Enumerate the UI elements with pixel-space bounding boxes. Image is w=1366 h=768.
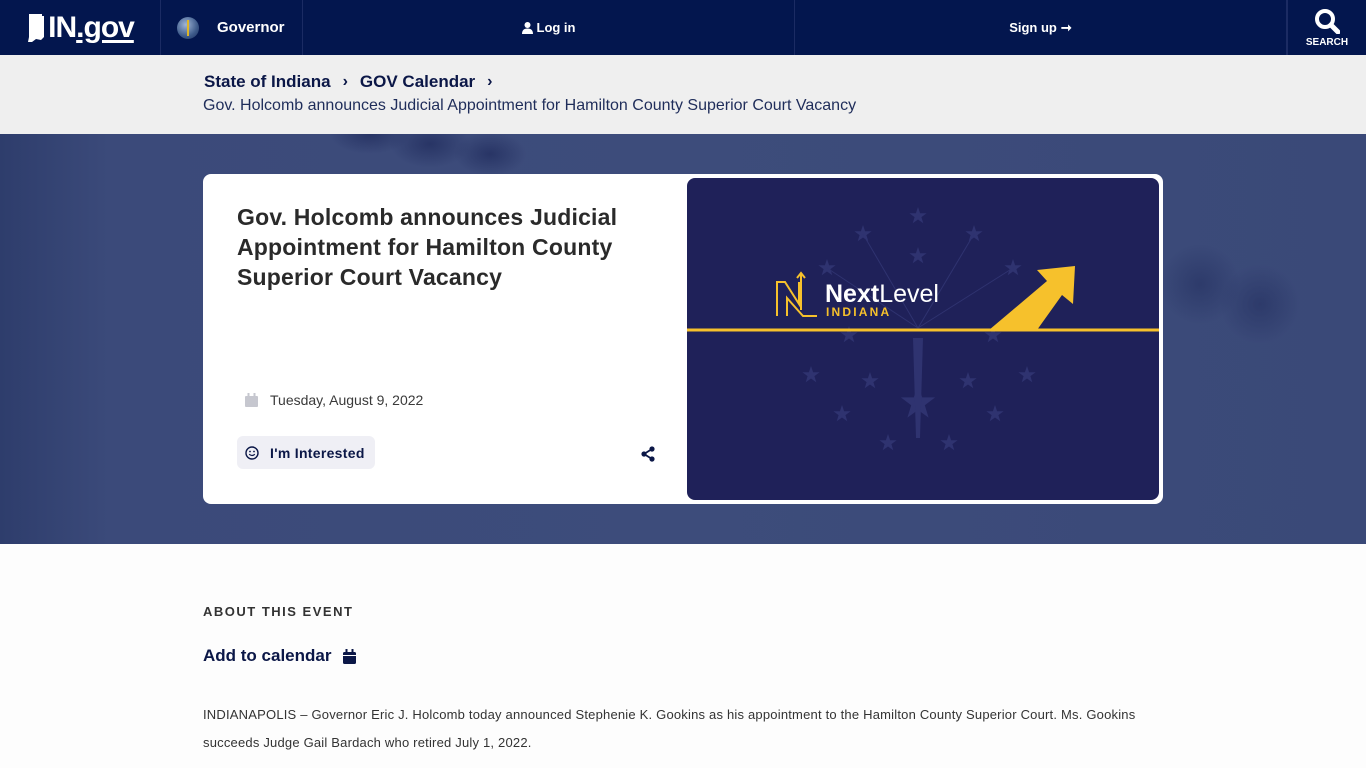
user-icon (521, 21, 533, 34)
brand-next: Next (825, 280, 880, 308)
event-card: Gov. Holcomb announces Judicial Appointm… (203, 174, 1163, 504)
signup-button[interactable]: Sign up ➞ (795, 0, 1287, 55)
search-label: SEARCH (1305, 36, 1349, 48)
signup-label: Sign up (1009, 20, 1057, 35)
agency-link-governor[interactable]: Governor (161, 0, 303, 55)
agency-name: Governor (217, 19, 285, 36)
event-title: Gov. Holcomb announces Judicial Appointm… (237, 204, 618, 290)
breadcrumb-link-state-of-indiana[interactable]: State of Indiana (204, 72, 331, 92)
im-interested-button[interactable]: I'm Interested (237, 436, 375, 469)
ingov-logo-link[interactable]: IN.gov (0, 0, 161, 55)
calendar-icon (343, 648, 357, 664)
search-button[interactable]: SEARCH (1287, 0, 1366, 55)
event-image-nextlevel-indiana: NextLevel INDIANA (687, 178, 1159, 500)
nextlevel-monogram-icon (776, 271, 817, 317)
event-hero: Gov. Holcomb announces Judicial Appointm… (0, 134, 1366, 544)
share-icon[interactable] (640, 446, 656, 462)
add-to-calendar-link[interactable]: Add to calendar (203, 646, 357, 666)
add-to-calendar-label: Add to calendar (203, 646, 332, 665)
login-button[interactable]: Log in (303, 0, 795, 55)
smile-icon (245, 445, 259, 460)
nextlevel-indiana-graphic: NextLevel INDIANA (687, 207, 1159, 451)
im-interested-label: I'm Interested (270, 444, 365, 461)
logo-text-gov: .gov (76, 10, 135, 44)
event-date-row: Tuesday, August 9, 2022 (245, 392, 423, 408)
logo-text-in: IN (48, 10, 77, 44)
state-seal-icon (177, 16, 199, 39)
event-date: Tuesday, August 9, 2022 (270, 392, 424, 408)
brand-state: INDIANA (826, 305, 891, 319)
breadcrumb-current-page: Gov. Holcomb announces Judicial Appointm… (203, 97, 857, 114)
brand-level: Level (879, 280, 939, 308)
arrow-right-icon: ➞ (1060, 19, 1072, 35)
login-label: Log in (536, 20, 576, 35)
breadcrumb-link-gov-calendar[interactable]: GOV Calendar (360, 72, 475, 92)
about-this-event-heading: ABOUT THIS EVENT (203, 604, 354, 619)
search-icon (1315, 8, 1340, 34)
indiana-state-shape-icon (28, 13, 45, 42)
chevron-right-icon: › (342, 73, 348, 90)
top-navigation-bar: IN.gov Governor Log in Sign up ➞ SEARCH (0, 0, 1366, 55)
chevron-right-icon: › (487, 73, 493, 90)
breadcrumb: State of Indiana › GOV Calendar › Gov. H… (0, 55, 1366, 134)
calendar-icon (245, 393, 258, 407)
ingov-logo: IN.gov (26, 10, 135, 45)
event-description: INDIANAPOLIS – Governor Eric J. Holcomb … (203, 707, 1136, 750)
svg-text:NextLevel: NextLevel (825, 280, 939, 308)
